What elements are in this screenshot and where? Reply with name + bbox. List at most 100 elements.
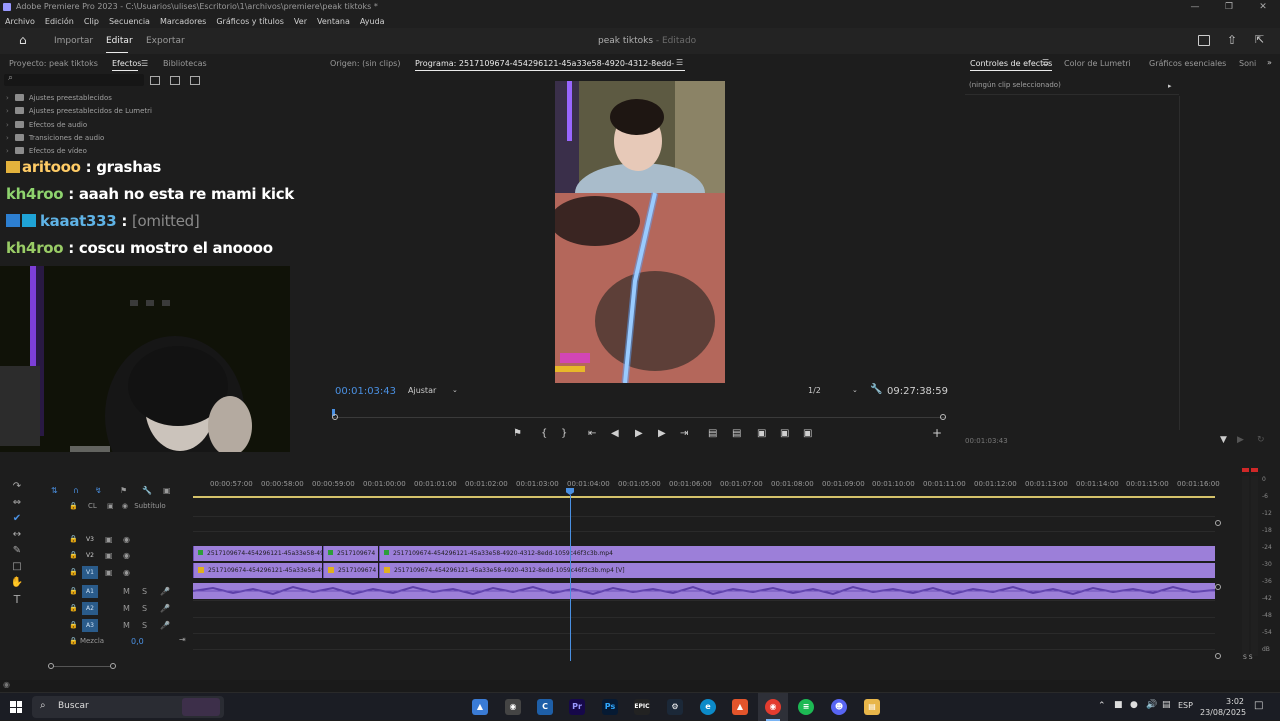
mark-in-icon[interactable]: { [541,428,547,439]
mark-out-icon[interactable]: } [561,428,567,439]
eye-icon[interactable]: ◉ [123,568,130,577]
lift-icon[interactable]: ▤ [708,428,717,439]
ripple-edit-tool-icon[interactable]: ✔ [7,513,27,524]
go-to-out-icon[interactable]: ⇥ [680,428,688,439]
nest-icon[interactable]: ↯ [95,486,102,495]
mute-button[interactable]: M [123,621,130,630]
eye-icon[interactable]: ◉ [123,551,130,560]
windows-start-icon[interactable] [10,701,22,713]
solo-button[interactable]: S [142,587,147,596]
v1-clip[interactable]: 2517109674-454296121-45a33e58-492 [193,563,322,578]
taskbar-app-icon[interactable]: C [537,699,553,715]
lock-icon[interactable]: 🔒 [69,637,78,645]
tray-app-icon[interactable]: ● [1130,700,1138,710]
solo-button[interactable]: S [142,621,147,630]
timeline-zoom-scrollbar[interactable] [48,663,116,669]
v3-track-label[interactable]: V3 [82,533,98,546]
add-marker-timeline-icon[interactable]: ⚑ [120,486,127,495]
effects-search-input[interactable]: ⌕ [4,73,144,86]
toggle-sync-icon[interactable]: ▣ [105,535,113,544]
lock-icon[interactable]: 🔒 [69,621,78,629]
solo-labels[interactable]: S S [1243,654,1253,661]
snap-icon[interactable]: ⇅ [51,486,58,495]
taskbar-app-icon[interactable]: ▲ [472,699,488,715]
workspaces-icon[interactable] [1198,35,1210,46]
timeline-settings-icon[interactable]: 🔧 [142,486,152,495]
v1-clip[interactable]: 2517109674 [323,563,378,578]
settings-wrench-icon[interactable]: 🔧 [870,384,882,395]
minimize-button[interactable]: — [1178,0,1212,14]
program-menu-icon[interactable]: ☰ [676,58,683,67]
a1-audio-clip[interactable] [192,583,1216,599]
tab-proyecto[interactable]: Proyecto: peak tiktoks [9,59,98,68]
lock-icon[interactable]: 🔒 [69,535,78,543]
tree-item-audio-transitions[interactable]: › Transiciones de audio [6,134,104,142]
mute-button[interactable]: M [123,587,130,596]
tab-graficos-esenciales[interactable]: Gráficos esenciales [1149,59,1226,68]
tray-expand-icon[interactable]: ⌃ [1098,701,1106,711]
filter-icon[interactable]: ▼ [1220,435,1227,445]
menu-marcadores[interactable]: Marcadores [155,17,211,26]
steam-taskbar-icon[interactable]: ⚙ [667,699,683,715]
export-frame-icon[interactable]: ▣ [757,428,766,439]
premiere-taskbar-icon[interactable]: Pr [569,699,585,715]
cc-icon[interactable]: CL [88,502,97,510]
extract-icon[interactable]: ▤ [732,428,741,439]
type-tool-icon[interactable]: T [7,593,27,606]
tree-item-audio-effects[interactable]: › Efectos de audio [6,121,87,129]
taskbar-search[interactable]: ⌕ Buscar [32,696,224,718]
chrome-taskbar-icon[interactable]: ◉ [765,699,781,715]
v1-track-label[interactable]: V1 [82,566,98,579]
tray-gamepad-icon[interactable]: ■ [1114,700,1123,710]
menu-secuencia[interactable]: Secuencia [104,17,155,26]
vertical-scroll-handle[interactable] [1215,584,1221,590]
voiceover-mic-icon[interactable]: 🎤 [160,604,170,613]
effects-menu-icon[interactable]: ☰ [1042,58,1049,67]
32bit-effects-icon[interactable] [170,76,180,85]
play-audio-icon[interactable]: ▶ [1237,435,1244,445]
network-icon[interactable]: ▤ [1162,700,1171,710]
linked-selection-icon[interactable]: ∩ [73,486,79,495]
slip-tool-icon[interactable]: ↔ [7,529,27,540]
tree-item-lumetri-presets[interactable]: › Ajustes preestablecidos de Lumetri [6,107,152,115]
expand-arrow-icon[interactable]: ▸ [1168,82,1172,90]
mix-expand-icon[interactable]: ⇥ [179,635,186,644]
hand-tool-icon[interactable]: ✋ [7,577,27,588]
step-forward-icon[interactable]: ▶ [658,428,666,439]
v2-clip[interactable]: 2517109674-454296121-45a33e58-4920-4312-… [379,546,1215,561]
pen-tool-icon[interactable]: ✎ [7,545,27,556]
go-to-in-icon[interactable]: ⇤ [588,428,596,439]
vertical-scroll-handle[interactable] [1215,653,1221,659]
tab-controles-efectos[interactable]: Controles de efectos [970,59,1052,68]
mix-value[interactable]: 0,0 [131,637,144,646]
lock-icon[interactable]: 🔒 [69,502,78,510]
photoshop-taskbar-icon[interactable]: Ps [602,699,618,715]
accelerated-effects-icon[interactable] [150,76,160,85]
zoom-handle-left[interactable] [332,414,338,420]
edge-taskbar-icon[interactable]: e [700,699,716,715]
menu-ventana[interactable]: Ventana [312,17,355,26]
brave-taskbar-icon[interactable]: ▲ [732,699,748,715]
maximize-button[interactable]: ❐ [1212,0,1246,14]
menu-archivo[interactable]: Archivo [0,17,40,26]
lock-icon[interactable]: 🔒 [69,568,78,576]
menu-ayuda[interactable]: Ayuda [355,17,390,26]
tab-program[interactable]: Programa: 2517109674-454296121-45a33e58-… [415,59,675,68]
selection-tool-icon[interactable]: ↷ [7,481,27,492]
solo-button[interactable]: S [142,604,147,613]
tab-importar[interactable]: Importar [54,36,93,46]
v1-clip[interactable]: 2517109674-454296121-45a33e58-4920-4312-… [379,563,1215,578]
a1-track-label[interactable]: A1 [82,585,98,598]
tab-soni[interactable]: Soni [1239,59,1256,68]
toggle-output-icon[interactable]: ▣ [107,502,114,510]
taskbar-app-icon[interactable]: ◉ [505,699,521,715]
menu-ver[interactable]: Ver [289,17,312,26]
voiceover-mic-icon[interactable]: 🎤 [160,587,170,596]
vr-view-icon[interactable]: ▣ [803,428,812,439]
eye-icon[interactable]: ◉ [123,535,130,544]
share-icon[interactable]: ⇧ [1227,34,1239,46]
v2-clip[interactable]: 2517109674 [323,546,378,561]
track-select-tool-icon[interactable]: ⇔ [7,497,27,508]
program-scrubber[interactable] [332,409,946,420]
vertical-scroll-handle[interactable] [1215,520,1221,526]
